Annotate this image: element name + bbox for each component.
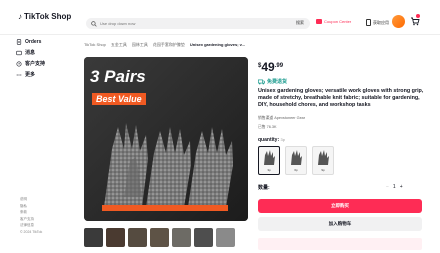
banner-subtitle: Best Value	[92, 93, 146, 105]
sidebar: Orders 消息 ? 客户支持 更多 说明 隐私 条款 客户支持 法律信息 ©…	[16, 36, 76, 253]
breadcrumb: TikTok Shop 五金工具 园林工具 花园手套和护膝垫 Unisex ga…	[84, 42, 245, 48]
breadcrumb-item[interactable]: 五金工具	[111, 42, 127, 48]
add-to-cart-button[interactable]: 加入购物车	[258, 217, 422, 231]
breadcrumb-item[interactable]: TikTok Shop	[84, 42, 106, 48]
thumbnail[interactable]	[106, 228, 125, 247]
sidebar-item-label: 客户支持	[25, 61, 46, 67]
breadcrumb-item[interactable]: 花园手套和护膝垫	[153, 42, 185, 48]
free-returns-label: 免费退货	[267, 79, 288, 85]
quantity-label: 数量:	[258, 185, 270, 191]
truck-icon	[258, 79, 265, 84]
banner-title: 3 Pairs	[90, 67, 146, 86]
thumbnail[interactable]	[194, 228, 213, 247]
get-app-label: 获取应用	[373, 19, 389, 25]
variant-label: 9p	[321, 168, 325, 172]
sidebar-item-label: 消息	[25, 50, 36, 56]
minus-button[interactable]: −	[386, 184, 389, 190]
coupon-center-link[interactable]: Coupon Center	[316, 19, 351, 24]
seller-info[interactable]: 销售渠道 Apexstoneer Gear	[258, 116, 305, 121]
glove-thumbnail-icon	[264, 150, 275, 165]
variant-option[interactable]: 9p	[312, 146, 334, 175]
coupon-icon	[316, 19, 322, 24]
coupon-label: Coupon Center	[324, 19, 352, 24]
quantity-value[interactable]: 1	[393, 184, 396, 190]
cart-badge	[416, 14, 420, 18]
quantity-stepper: − 1 +	[386, 184, 403, 190]
top-bar: ♪ TikTok Shop 搜索 Coupon Center 获取应用	[0, 0, 440, 35]
sidebar-item-label: Orders	[25, 38, 42, 45]
quantity-hint: 3p	[280, 137, 285, 142]
glove-thumbnail-icon	[318, 150, 329, 165]
plus-button[interactable]: +	[400, 184, 403, 190]
variant-option[interactable]: 6p	[285, 146, 307, 175]
svg-text:?: ?	[18, 62, 20, 66]
search-input[interactable]	[97, 21, 280, 26]
thumbnail[interactable]	[216, 228, 235, 247]
product-price: $ 49 .99	[258, 61, 283, 73]
phone-icon	[366, 19, 371, 26]
variant-label: 3p	[267, 168, 271, 172]
glove-thumbnail-icon	[291, 150, 302, 165]
get-app-link[interactable]: 获取应用	[366, 19, 389, 26]
tiktok-logo-icon: ♪	[18, 12, 22, 21]
search-button[interactable]: 搜索	[296, 20, 304, 26]
breadcrumb-item[interactable]: 园林工具	[132, 42, 148, 48]
orders-icon	[16, 38, 22, 45]
product-title: Unisex gardening gloves; versatile work …	[258, 88, 424, 108]
brand-name: TikTok Shop	[24, 12, 72, 21]
message-icon	[16, 50, 22, 55]
more-icon	[16, 73, 22, 76]
price-whole: 49	[261, 60, 275, 74]
free-returns[interactable]: 免费退货	[258, 78, 287, 85]
quantity-label-text: quantity:	[258, 137, 280, 143]
sidebar-item-orders[interactable]: Orders	[16, 36, 76, 47]
sidebar-footer: 说明 隐私 条款 客户支持 法律信息 © 2024 TikTok	[20, 196, 42, 235]
quantity-option-label: quantity: 3p	[258, 137, 285, 143]
sold-count: 已售 76.3K	[258, 125, 277, 129]
sidebar-item-more[interactable]: 更多	[16, 69, 76, 80]
thumbnail-strip	[84, 228, 235, 247]
search-bar[interactable]: 搜索	[86, 18, 310, 29]
price-cents: .99	[274, 63, 284, 69]
thumbnail[interactable]	[84, 228, 103, 247]
product-main-image[interactable]: 3 Pairs Best Value	[84, 57, 248, 221]
copyright: © 2024 TikTok	[20, 229, 43, 234]
buy-now-button[interactable]: 立即购买	[258, 199, 422, 213]
breadcrumb-current: Unisex gardening gloves; v...	[189, 42, 245, 47]
thumbnail[interactable]	[172, 228, 191, 247]
sidebar-item-label: 更多	[25, 72, 36, 78]
support-icon: ?	[16, 61, 22, 66]
thumbnail[interactable]	[150, 228, 169, 247]
thumbnail[interactable]	[128, 228, 147, 247]
sidebar-item-support[interactable]: ? 客户支持	[16, 58, 76, 69]
brand-logo[interactable]: ♪ TikTok Shop	[18, 12, 71, 21]
variant-option[interactable]: 3p	[258, 146, 280, 175]
sidebar-item-messages[interactable]: 消息	[16, 47, 76, 58]
variant-label: 6p	[294, 168, 298, 172]
avatar[interactable]	[392, 15, 405, 28]
variant-options: 3p 6p 9p	[258, 146, 334, 175]
promo-strip	[258, 238, 422, 250]
